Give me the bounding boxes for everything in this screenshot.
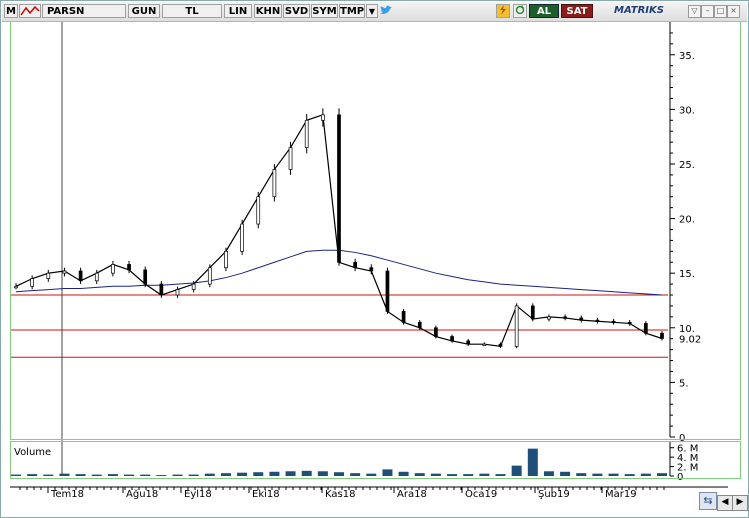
x-tick-label: Şub19 [538, 489, 570, 500]
x-tick-label: Eki18 [252, 489, 280, 500]
x-tick-label: Kas18 [325, 489, 355, 500]
volume-title: Volume [14, 447, 52, 458]
swap-icon[interactable]: ⇆ [699, 492, 717, 510]
price-panel [10, 22, 741, 440]
chart-window: M PARSN GUN TL LIN KHN SVD SYM TMP ▼ AL … [0, 0, 749, 518]
x-tick-label: Eyl18 [184, 489, 212, 500]
x-tick-label: Oca19 [465, 489, 497, 500]
scroll-right-icon[interactable]: ▶ [732, 495, 748, 511]
x-tick-label: Mar19 [605, 489, 637, 500]
volume-panel [10, 441, 741, 479]
x-tick-label: Ara18 [397, 489, 427, 500]
scroll-left-icon[interactable]: ◀ [717, 495, 733, 511]
x-tick-label: Tem18 [50, 489, 84, 500]
